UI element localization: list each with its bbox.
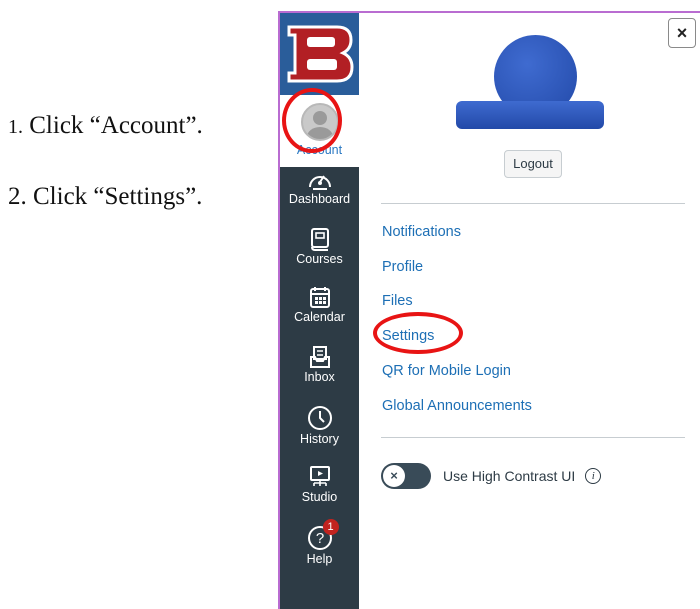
nav-item-calendar[interactable]: Calendar <box>280 285 359 324</box>
instruction-step-2: 2. Click “Settings”. <box>8 183 202 211</box>
link-settings[interactable]: Settings <box>382 328 434 344</box>
speedometer-icon <box>308 175 331 190</box>
nav-label-help: Help <box>306 552 333 566</box>
toggle-off-icon: × <box>383 465 405 487</box>
school-logo[interactable] <box>280 13 359 95</box>
nav-label-calendar: Calendar <box>294 310 345 324</box>
link-notifications[interactable]: Notifications <box>382 224 461 240</box>
clock-icon <box>307 406 332 430</box>
nav-item-inbox[interactable]: Inbox <box>280 345 359 384</box>
tray-divider-bottom <box>381 437 685 438</box>
high-contrast-label: Use High Contrast UI <box>443 468 576 484</box>
logout-button[interactable]: Logout <box>504 150 562 178</box>
instruction-step-1: 1. Click “Account”. <box>8 112 203 140</box>
step-1-number: 1. <box>8 116 23 138</box>
tray-divider-top <box>381 203 685 204</box>
link-files[interactable]: Files <box>382 293 413 309</box>
close-tray-button[interactable]: × <box>668 18 696 48</box>
nav-label-inbox: Inbox <box>304 370 335 384</box>
nav-item-help[interactable]: ? 1 Help <box>280 519 359 566</box>
svg-text:?: ? <box>315 530 323 547</box>
nav-label-courses: Courses <box>296 252 343 266</box>
nav-item-dashboard[interactable]: Dashboard <box>280 169 359 206</box>
studio-icon <box>309 466 330 486</box>
global-nav: Account Dashboard Courses Calendar Inbox… <box>278 11 359 609</box>
link-qr-mobile-login[interactable]: QR for Mobile Login <box>382 363 511 379</box>
help-notification-badge: 1 <box>322 519 339 535</box>
nav-label-dashboard: Dashboard <box>288 192 351 206</box>
nav-item-history[interactable]: History <box>280 405 359 446</box>
nav-label-history: History <box>300 432 339 446</box>
step-1-text: Click “Account”. <box>29 112 203 139</box>
account-tray: × Logout Notifications Profile Files Set… <box>359 11 700 609</box>
close-icon: × <box>676 23 688 43</box>
nav-item-studio[interactable]: Studio <box>280 465 359 504</box>
link-global-announcements[interactable]: Global Announcements <box>382 398 532 414</box>
calendar-icon <box>309 287 330 308</box>
user-avatar-icon <box>300 103 339 141</box>
book-icon <box>310 228 329 251</box>
high-contrast-toggle[interactable]: × <box>381 463 431 489</box>
step-2-number: 2. <box>8 183 27 210</box>
high-contrast-row: × Use High Contrast UI i <box>381 462 602 490</box>
user-name-redacted <box>456 101 604 129</box>
nav-label-studio: Studio <box>301 490 338 504</box>
step-2-text: Click “Settings”. <box>33 183 203 210</box>
nav-item-account[interactable]: Account <box>280 95 359 157</box>
link-profile[interactable]: Profile <box>382 259 423 275</box>
inbox-icon <box>309 346 330 368</box>
info-icon[interactable]: i <box>585 468 602 484</box>
nav-label-account: Account <box>296 143 343 157</box>
b-logo-icon <box>287 25 354 83</box>
nav-item-courses[interactable]: Courses <box>280 227 359 266</box>
